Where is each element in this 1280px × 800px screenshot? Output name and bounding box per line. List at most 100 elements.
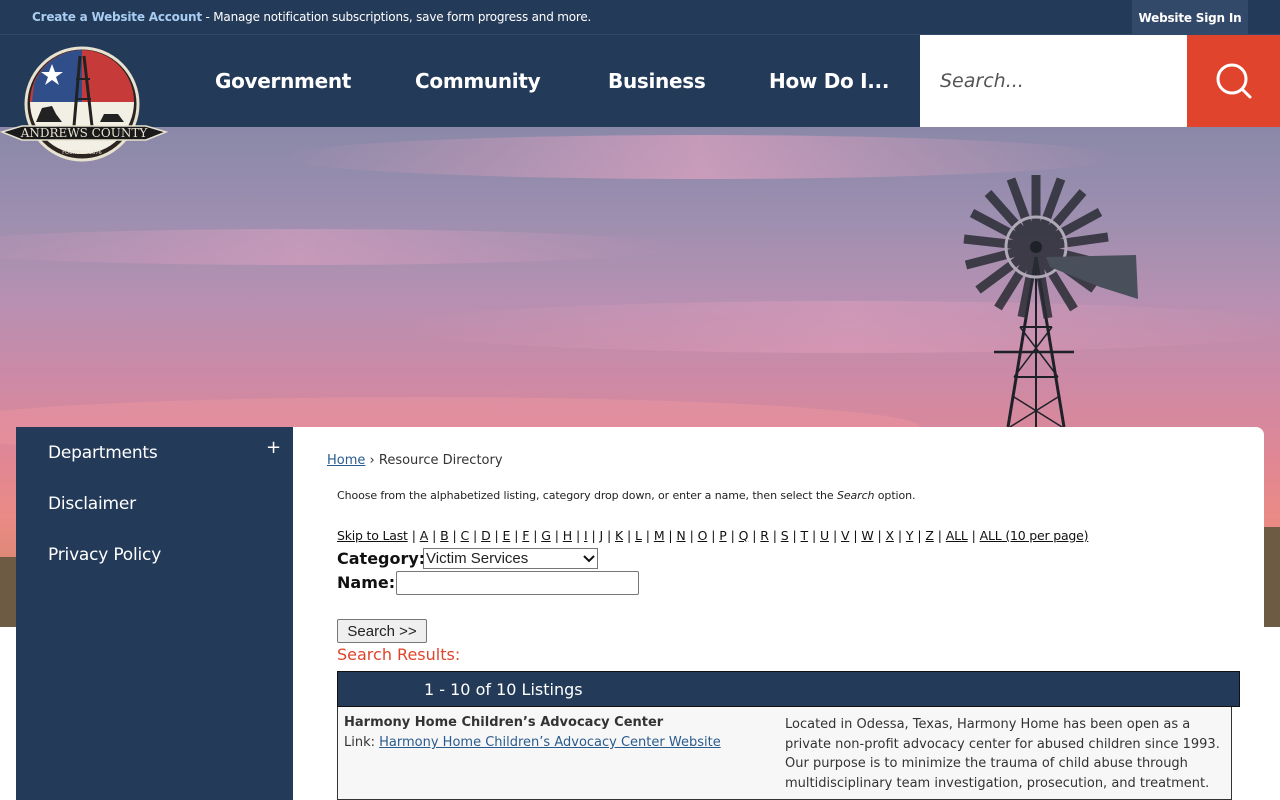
listing-name: Harmony Home Children’s Advocacy Center [344,715,664,730]
alphabet-separator: | [897,528,902,543]
nav-business[interactable]: Business [608,69,706,93]
alphabet-separator: | [792,528,797,543]
letter-link-l[interactable]: L [635,528,642,543]
alphabet-index: Skip to Last | A | B | C | D | E | F | G | H | I | J | K | L | M | N… [337,528,1089,543]
alphabet-separator: | [877,528,882,543]
skip-to-last-link[interactable]: Skip to Last [337,528,408,543]
account-message-text: - Manage notification subscriptions, sav… [201,10,592,24]
nav-government[interactable]: Government [215,69,351,93]
listing-website-link[interactable]: Harmony Home Children’s Advocacy Center … [379,735,721,750]
county-logo[interactable]: ANDREWS COUNTY FOUNDED 1876 [0,44,170,166]
search-submit-button[interactable]: Search >> [337,619,427,643]
alphabet-separator: | [971,528,976,543]
search-button[interactable] [1187,35,1280,127]
alphabet-separator: | [645,528,650,543]
letter-link-j[interactable]: J [600,528,604,543]
alphabet-separator: | [853,528,858,543]
search-icon [1216,63,1251,99]
alphabet-separator: | [575,528,580,543]
breadcrumb-separator: › [369,453,375,468]
alphabet-separator: | [607,528,612,543]
letter-link-c[interactable]: C [461,528,470,543]
nav-community[interactable]: Community [415,69,541,93]
letter-link-u[interactable]: U [820,528,829,543]
alphabet-separator: | [752,528,757,543]
letter-link-w[interactable]: W [861,528,873,543]
alphabet-separator: | [832,528,837,543]
listing-link-prefix: Link: [344,735,380,750]
alphabet-separator: | [554,528,559,543]
letter-link-d[interactable]: D [481,528,491,543]
letter-link-y[interactable]: Y [906,528,914,543]
nav-how-do-i[interactable]: How Do I... [769,69,889,93]
listing-link-row: Link: Harmony Home Children’s Advocacy C… [344,735,721,750]
letter-link-t[interactable]: T [801,528,809,543]
account-message: Create a Website Account - Manage notifi… [32,10,591,24]
alphabet-separator: | [772,528,777,543]
letter-link-v[interactable]: V [841,528,850,543]
all-paged-link[interactable]: ALL (10 per page) [980,528,1089,543]
alphabet-separator: | [514,528,519,543]
site-header: Government Community Business How Do I..… [0,35,1280,127]
letter-link-z[interactable]: Z [925,528,934,543]
breadcrumb: Home › Resource Directory [327,453,503,468]
letter-link-s[interactable]: S [781,528,789,543]
alphabet-separator: | [432,528,437,543]
letter-link-i[interactable]: I [584,528,588,543]
category-label: Category: [337,549,426,568]
alphabet-separator: | [689,528,694,543]
letter-link-k[interactable]: K [615,528,623,543]
alphabet-separator: | [591,528,596,543]
main-content: Home › Resource Directory Choose from th… [293,427,1264,800]
alphabet-separator: | [452,528,457,543]
alphabet-separator: | [937,528,942,543]
sidebar-item-departments[interactable]: Departments [48,443,158,463]
search-input[interactable] [920,35,1187,127]
alphabet-separator: | [494,528,499,543]
alphabet-separator: | [668,528,673,543]
letter-link-p[interactable]: P [719,528,727,543]
intro-suffix: option. [874,489,916,502]
alphabet-separator: | [627,528,632,543]
sidebar-item-privacy-policy[interactable]: Privacy Policy [48,545,161,565]
alphabet-separator: | [730,528,735,543]
letter-link-n[interactable]: N [676,528,685,543]
letter-link-r[interactable]: R [760,528,769,543]
letter-link-h[interactable]: H [563,528,572,543]
category-value: Victim Services [426,550,529,567]
letter-link-g[interactable]: G [541,528,551,543]
letter-link-o[interactable]: O [698,528,708,543]
alphabet-separator: | [811,528,816,543]
name-label: Name: [337,573,396,592]
letter-link-q[interactable]: Q [739,528,749,543]
intro-search-word: Search [836,489,875,502]
letter-link-m[interactable]: M [654,528,665,543]
letter-link-e[interactable]: E [503,528,511,543]
expand-icon[interactable]: + [266,437,281,458]
list-item: Harmony Home Children’s Advocacy Center … [337,707,1232,800]
results-count: 1 - 10 of 10 Listings [424,680,583,699]
logo-subtext: FOUNDED 1876 [62,150,101,156]
alphabet-separator: | [711,528,716,543]
breadcrumb-home[interactable]: Home [327,453,365,468]
letter-link-b[interactable]: B [440,528,449,543]
alphabet-separator: | [533,528,538,543]
all-link[interactable]: ALL [946,528,968,543]
letter-link-a[interactable]: A [420,528,429,543]
letter-link-f[interactable]: F [522,528,529,543]
sidebar-item-disclaimer[interactable]: Disclaimer [48,494,136,514]
create-account-link[interactable]: Create a Website Account [32,10,202,24]
alphabet-separator: | [917,528,922,543]
category-select[interactable]: Victim Services [423,548,598,569]
listing-description: Located in Odessa, Texas, Harmony Home h… [785,717,1220,791]
utility-bar: Create a Website Account - Manage notifi… [0,0,1280,35]
sign-in-button[interactable]: Website Sign In [1132,0,1248,35]
intro-text: Choose from the alphabetized listing, ca… [337,489,837,502]
directory-instructions: Choose from the alphabetized listing, ca… [337,489,915,502]
chevron-down-icon [583,554,595,562]
letter-link-x[interactable]: X [886,528,895,543]
results-header: 1 - 10 of 10 Listings [337,671,1240,707]
name-field[interactable] [396,571,639,595]
alphabet-separator: | [473,528,478,543]
logo-text: ANDREWS COUNTY [20,126,149,140]
